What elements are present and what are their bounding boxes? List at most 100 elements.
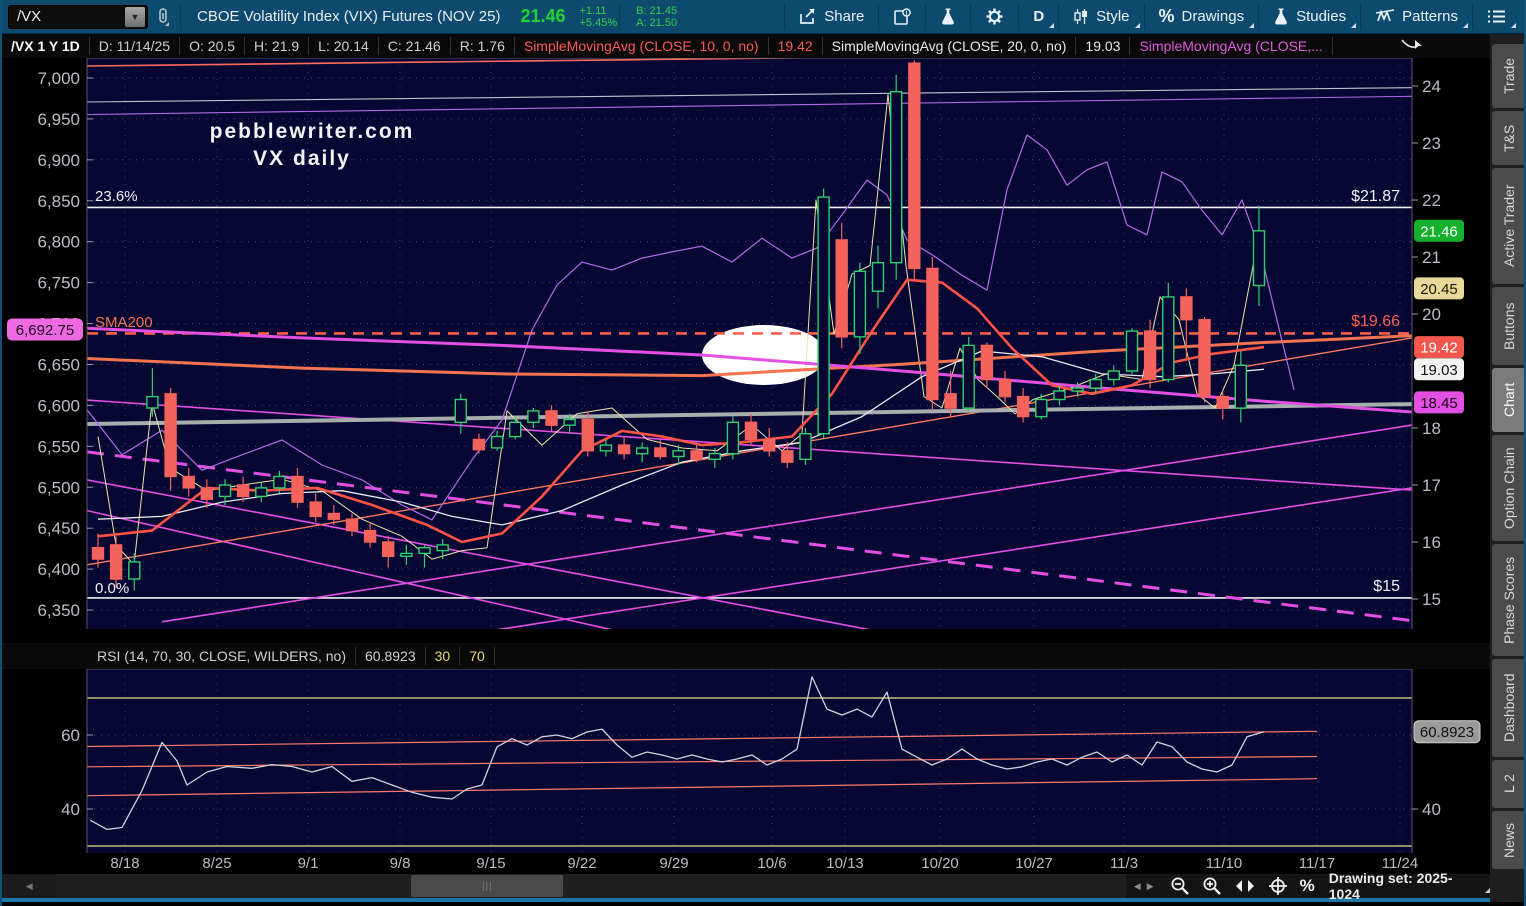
patterns-button[interactable]: Patterns	[1363, 2, 1470, 32]
dropdown-caret-icon	[1511, 22, 1516, 28]
list-menu-icon	[1488, 10, 1505, 23]
candle	[345, 518, 359, 532]
svg-text:7,000: 7,000	[37, 69, 80, 88]
svg-text:6,750: 6,750	[37, 274, 80, 293]
svg-text:6,450: 6,450	[37, 519, 80, 538]
sidebar-tab-l-2[interactable]: L 2	[1492, 760, 1524, 808]
candle	[636, 447, 649, 455]
note-icon: !	[894, 7, 912, 25]
main-area: /VX 1 Y 1D D: 11/14/25 O: 20.5 H: 21.9 L: 20…	[2, 34, 1524, 902]
date-tick-label: 9/15	[476, 855, 506, 873]
right-axis-price-bubble: 19.03	[1414, 358, 1464, 381]
svg-text:6,650: 6,650	[37, 355, 80, 374]
rsi-study-header: RSI (14, 70, 30, CLOSE, WILDERS, no) 60.8…	[2, 643, 1490, 669]
ohlc-field: D: 11/14/25	[90, 36, 181, 55]
cursor-tool-icon[interactable]	[1400, 36, 1426, 56]
sidebar-tab-buttons[interactable]: Buttons	[1492, 287, 1524, 365]
candle	[1216, 395, 1229, 409]
rsi-chart-canvas[interactable]: 60 40 40 60.8923	[2, 669, 1490, 854]
timeframe-button[interactable]: D	[1021, 2, 1056, 32]
chart-ohlc-header: /VX 1 Y 1D D: 11/14/25 O: 20.5 H: 21.9 L: 20…	[2, 34, 1490, 58]
flask-icon	[1275, 8, 1287, 25]
scroll-left-arrow[interactable]: ◀	[2, 874, 57, 899]
candle	[327, 512, 340, 520]
drawings-button[interactable]: % Drawings	[1147, 2, 1257, 32]
candle	[890, 90, 903, 264]
candle	[763, 438, 776, 452]
sidebar-tab-phase-scores[interactable]: Phase Scores	[1492, 544, 1524, 656]
sidebar-tab-news[interactable]: News	[1492, 811, 1524, 869]
dropdown-caret-icon	[1049, 22, 1055, 28]
candle	[1180, 296, 1193, 321]
dropdown-caret-icon	[1351, 22, 1357, 28]
crosshair-icon[interactable]	[1268, 876, 1288, 896]
price-chart-canvas[interactable]: 7,0006,9506,9006,8506,8006,7506,7006,650…	[2, 57, 1490, 630]
panel-gap	[2, 629, 1490, 644]
svg-text:6,900: 6,900	[37, 151, 80, 170]
share-icon	[800, 8, 815, 24]
style-button[interactable]: Style	[1061, 2, 1141, 32]
svg-text:20: 20	[1422, 305, 1441, 324]
candle	[509, 421, 522, 438]
candle	[998, 378, 1012, 398]
date-tick-label: 9/1	[297, 855, 319, 873]
flask-icon	[942, 8, 955, 25]
chart-scrollbar-thumb[interactable]: |||	[411, 875, 564, 898]
candle	[309, 501, 322, 517]
candle	[799, 432, 812, 460]
percent-zoom-icon[interactable]: %	[1300, 876, 1315, 896]
candle	[1234, 364, 1248, 409]
sidebar-tab-active-trader[interactable]: Active Trader	[1492, 168, 1524, 284]
rsi-field: 60.8923	[356, 647, 426, 666]
date-tick-label: 8/25	[202, 855, 232, 873]
fit-width-icon[interactable]	[1234, 878, 1256, 894]
last-price: 21.46	[520, 6, 566, 26]
svg-text:40: 40	[61, 800, 80, 819]
gear-icon	[986, 8, 1003, 25]
chart-describer-button[interactable]: !	[881, 2, 923, 32]
svg-text:19.42: 19.42	[1420, 339, 1458, 356]
scroll-step-left-icon[interactable]: ◀	[1134, 881, 1141, 892]
candle	[418, 546, 431, 554]
quick-study-button[interactable]	[928, 2, 968, 32]
drawing-set-selector[interactable]: Drawing set: 2025-1024	[1329, 870, 1490, 902]
svg-text:40: 40	[1422, 800, 1441, 819]
candle	[1143, 330, 1157, 381]
sidebar-tab-trade[interactable]: Trade	[1492, 44, 1524, 108]
candle	[708, 452, 721, 460]
svg-text:60.8923: 60.8923	[1420, 724, 1474, 741]
scroll-step-arrows[interactable]: ◀ ▶	[1126, 881, 1162, 892]
scroll-step-right-icon[interactable]: ▶	[1147, 881, 1154, 892]
chart-settings-button[interactable]	[973, 2, 1016, 32]
toolbar-divider	[619, 3, 621, 30]
symbol-input[interactable]: /VX ▼	[8, 4, 148, 29]
left-axis-price-bubble: 6,692.75	[7, 318, 83, 341]
svg-text:21.46: 21.46	[1420, 223, 1458, 240]
chart-menu-button[interactable]	[1475, 2, 1518, 32]
chart-scrollbar-track[interactable]: |||	[56, 874, 1126, 899]
rsi-field: 30	[426, 647, 461, 666]
studies-button[interactable]: Studies	[1261, 2, 1358, 32]
svg-text:6,692.75: 6,692.75	[16, 322, 74, 339]
symbol-dropdown-icon[interactable]: ▼	[125, 6, 145, 27]
svg-text:$19.66: $19.66	[1351, 313, 1400, 330]
candle	[454, 398, 467, 423]
candle	[962, 344, 975, 409]
ohlc-field: 19.42	[769, 36, 823, 55]
date-tick-label: 10/20	[921, 855, 959, 873]
link-channel-button[interactable]	[148, 2, 178, 32]
ohlc-field: O: 20.5	[180, 36, 246, 55]
sidebar-tab-t-s[interactable]: T&S	[1492, 111, 1524, 165]
zoom-in-icon[interactable]	[1202, 876, 1222, 896]
candle	[781, 449, 794, 463]
candle	[1071, 387, 1084, 392]
svg-text:23: 23	[1422, 134, 1441, 153]
candle	[654, 447, 667, 458]
zoom-out-icon[interactable]	[1170, 876, 1190, 896]
sidebar-tab-dashboard[interactable]: Dashboard	[1492, 659, 1524, 757]
candle	[672, 449, 685, 458]
share-button[interactable]: Share	[787, 2, 876, 32]
sidebar-tab-chart[interactable]: Chart	[1492, 368, 1524, 432]
svg-text:23.6%: 23.6%	[95, 188, 138, 205]
sidebar-tab-option-chain[interactable]: Option Chain	[1492, 435, 1524, 541]
